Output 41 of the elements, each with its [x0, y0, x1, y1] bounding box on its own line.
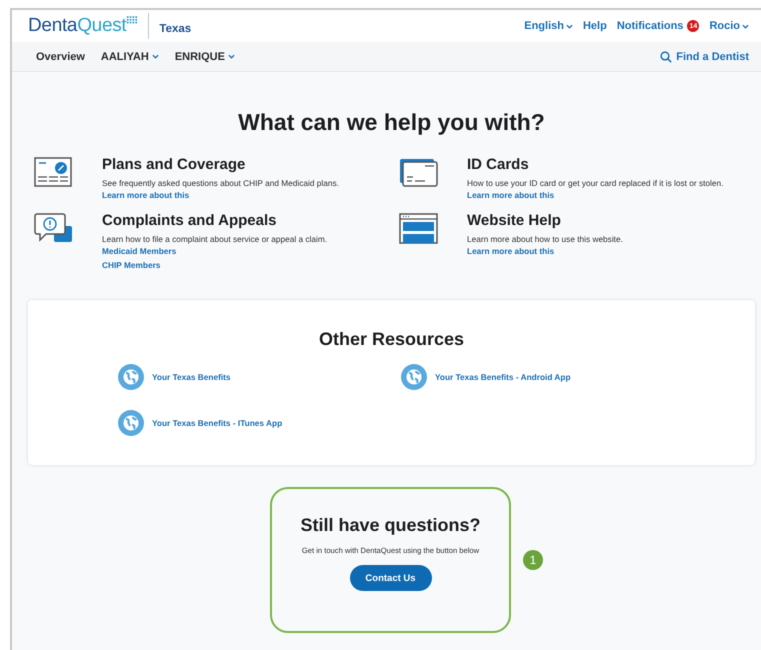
page-heading: What can we help you with? — [237, 109, 546, 136]
nav-item[interactable]: AALIYAH — [100, 50, 159, 62]
topic-link[interactable]: Learn more about this — [467, 190, 554, 200]
globe-icon — [118, 364, 144, 390]
globe-icon — [118, 410, 144, 436]
topic-description: Learn how to file a complaint about service or appeal a claim. — [102, 234, 328, 244]
header-link[interactable]: Help — [582, 20, 607, 32]
region-label: Texas — [159, 23, 192, 35]
chevron-icon — [742, 24, 749, 28]
chevron-icon — [228, 54, 235, 59]
resource-link[interactable]: Your Texas Benefits — [152, 372, 231, 382]
topic-title: Website Help — [467, 212, 561, 229]
find-dentist-link[interactable]: Find a Dentist — [660, 50, 749, 62]
topic-link[interactable]: Medicaid Members — [102, 246, 176, 256]
questions-title: Still have questions? — [300, 515, 481, 536]
nav-item[interactable]: Overview — [36, 50, 85, 62]
step-marker: 1 — [523, 550, 543, 570]
topic-description: Learn more about how to use this website. — [467, 234, 623, 244]
topic-title: Plans and Coverage — [102, 156, 246, 173]
contact-us-button[interactable]: Contact Us — [350, 565, 432, 591]
globe-icon — [401, 364, 427, 390]
topic-link[interactable]: Learn more about this — [102, 190, 190, 200]
topic-title: Complaints and Appeals — [102, 212, 276, 229]
topic-title: ID Cards — [467, 156, 529, 173]
logo[interactable]: DentaQuest — [28, 15, 138, 37]
header-link[interactable]: English — [524, 20, 573, 32]
search-icon — [660, 50, 672, 62]
chevron-icon — [152, 54, 159, 59]
header-link[interactable]: Rocio — [709, 20, 749, 32]
resources-title: Other Resources — [318, 329, 466, 350]
id-card-icon — [399, 156, 439, 190]
topic-link[interactable]: CHIP Members — [102, 260, 160, 270]
coverage-card-icon — [34, 156, 74, 190]
topic-link[interactable]: Learn more about this — [467, 246, 554, 256]
nav-item[interactable]: ENRIQUE — [174, 50, 235, 62]
resource-link[interactable]: Your Texas Benefits - Android App — [435, 372, 571, 382]
browser-window-icon — [399, 212, 439, 246]
chevron-icon — [566, 24, 573, 28]
topic-description: See frequently asked questions about CHIP and Medicaid plans. — [102, 178, 339, 188]
resource-link[interactable]: Your Texas Benefits - ITunes App — [152, 418, 282, 428]
topic-description: How to use your ID card or get your card replaced if it is lost or stolen. — [467, 178, 724, 188]
